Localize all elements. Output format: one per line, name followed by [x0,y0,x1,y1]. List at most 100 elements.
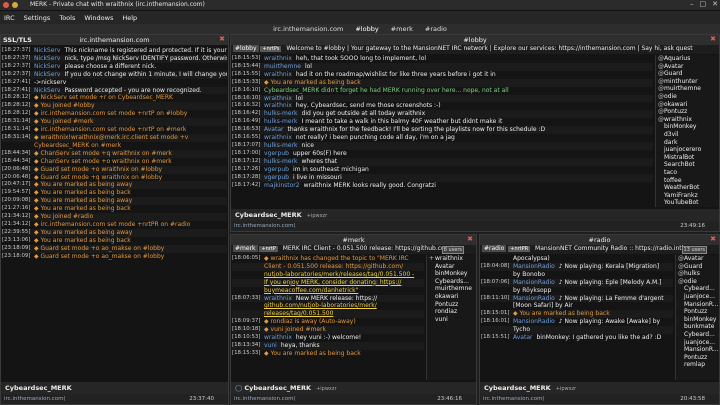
nick[interactable]: wraithnix [264,71,292,79]
radio-topic[interactable]: MansionNET Community Radio :: https://ra… [535,245,706,252]
maximize-icon[interactable]: □ [700,0,707,8]
nick[interactable]: MansionRadio [513,318,555,326]
radio-userlist[interactable]: @Avatar @Guard @hulks @odie Cybeard... juanjo… [675,255,719,380]
nick[interactable]: NickServ [34,47,60,55]
user-list-item[interactable]: @Guard [678,263,719,271]
nick[interactable]: vuni [264,342,277,350]
lobby-input-row[interactable]: Cybeardsec_MERK +ipwxzr [231,209,719,221]
user-list-item[interactable]: binMonkey [678,316,719,324]
message-text[interactable]: buymeacoffee.com/danhetrick" [264,287,424,295]
close-icon[interactable]: ✕ [712,0,718,8]
user-list-item[interactable]: MansionR... [678,301,719,309]
user-list-item[interactable]: YamiFrankz [658,192,719,200]
user-list-item[interactable]: @odie [658,93,719,101]
nick[interactable]: hulks-merk [264,142,298,150]
nick[interactable]: vgerpub [264,166,289,174]
nick[interactable]: wraithnix [264,134,292,142]
close-window-icon[interactable] [3,2,9,8]
user-list-item[interactable]: YouTubeBot [658,199,719,207]
user-list-item[interactable]: Pontuzz [678,354,719,362]
user-list-item[interactable]: @Avatar [678,255,719,263]
nick[interactable]: NickServ [34,63,60,71]
user-list-item[interactable]: juanjoce... [678,339,719,347]
lobby-channel-tag[interactable]: #lobby [233,45,259,52]
menu-help[interactable]: Help [122,14,137,22]
close-icon[interactable]: ✖ [710,235,716,243]
nick[interactable]: hulks-merk [264,118,298,126]
nick[interactable]: majkinstor2 [264,182,300,190]
nick[interactable]: Avatar [264,126,283,134]
nick[interactable]: NickServ [34,71,60,79]
user-list-item[interactable]: binMonkey [658,123,719,131]
user-list-item[interactable]: rondiaz [429,308,476,316]
user-list-item[interactable]: @Pontuzz [658,108,719,116]
nick[interactable]: wraithnix [264,102,292,110]
lobby-topic[interactable]: Welcome to #lobby | Your gateway to the … [286,45,692,52]
close-icon[interactable]: ✖ [710,35,716,43]
menu-windows[interactable]: Windows [84,14,113,22]
user-list-item[interactable]: Cybeard... [678,285,719,293]
user-list-item[interactable]: MansionR... [678,346,719,354]
nick[interactable]: MansionRadio [513,295,555,303]
user-list-item[interactable]: bunkmate [678,323,719,331]
user-list-item[interactable]: @hulks [678,270,719,278]
close-icon[interactable]: ✖ [467,235,473,243]
radio-channel-tag[interactable]: #radio [482,245,507,252]
nick[interactable]: MansionRadio [513,263,555,271]
user-list-item[interactable]: @odie [678,278,719,286]
nick[interactable]: NickServ [34,87,60,95]
nick[interactable]: wraithnix [264,55,292,63]
nick[interactable]: Avatar [513,334,532,342]
nick[interactable]: wraithnix [264,95,292,103]
user-list-item[interactable]: Pontuzz [678,308,719,316]
user-list-item[interactable]: taco [658,169,719,177]
minimize-window-icon[interactable] [12,2,18,8]
nick[interactable]: vgerpub [264,150,289,158]
close-icon[interactable]: ✖ [219,35,225,43]
user-list-item[interactable]: Pontuzz [429,301,476,309]
user-list-item[interactable]: Cybeards... [429,278,476,286]
user-list-item[interactable]: muirthemne [429,285,476,293]
user-list-item[interactable]: @Avatar [658,63,719,71]
merk-topic[interactable]: MERK IRC Client - 0.051.500 release: htt… [283,245,453,252]
nick[interactable]: vgerpub [264,174,289,182]
tab-server[interactable]: irc.inthemansion.com [271,25,345,33]
message-text[interactable]: releases/tag/0.051.500 [264,310,424,318]
user-list-item[interactable]: Cybeard... [678,331,719,339]
user-list-item[interactable]: toffee [658,177,719,185]
nick[interactable]: wraithnix [264,295,292,303]
window-buttons[interactable]: – □ ✕ [690,0,718,8]
lobby-userlist[interactable]: @Aquarius @Avatar @Guard @minthunter @muirth… [655,55,719,207]
menu-tools[interactable]: Tools [59,14,75,22]
tab-lobby[interactable]: #lobby [353,25,380,33]
tab-radio[interactable]: #radio [423,25,449,33]
message-text[interactable]: nutjob-laboratories/merk/releases/tag/0.… [264,271,424,279]
nick[interactable]: MansionRadio [513,279,555,287]
nick[interactable]: NickServ [34,55,60,63]
nick[interactable]: wraithnix [264,334,292,342]
user-list-item[interactable]: MistralBot [658,154,719,162]
merk-userlist[interactable]: +wraithnix Avatar binMonkey Cybeards... muir… [426,255,476,380]
menu-settings[interactable]: Settings [24,14,51,22]
message-text[interactable]: github.com/nutjob-laboratories/merk/ [264,302,424,310]
merk-input-row[interactable]: ◯ Cybeardsec_MERK +ipwxzr [231,382,476,394]
user-list-item[interactable]: remlap [678,361,719,369]
tab-merk[interactable]: #merk [389,25,415,33]
user-list-item[interactable]: @minthunter [658,78,719,86]
user-list-item[interactable]: Avatar [429,263,476,271]
window-controls[interactable] [3,2,18,8]
user-list-item[interactable]: +wraithnix [429,255,476,263]
user-list-item[interactable]: d3vil [658,131,719,139]
user-list-item[interactable]: SearchBot [658,161,719,169]
user-list-item[interactable]: @okawari [658,101,719,109]
user-list-item[interactable]: WeatherBot [658,184,719,192]
merk-channel-tag[interactable]: #merk [233,245,258,252]
radio-input-row[interactable]: Cybeardsec_MERK +ipwxzr [480,382,719,394]
user-list-item[interactable]: @Aquarius [658,55,719,63]
user-list-item[interactable]: juanjoce... [678,293,719,301]
server-nick-label[interactable]: Cybeardsec_MERK [1,382,228,394]
user-list-item[interactable]: vuni [429,316,476,324]
user-list-item[interactable]: dark [658,139,719,147]
minimize-icon[interactable]: – [690,0,694,8]
nick[interactable]: hulks-merk [264,158,298,166]
